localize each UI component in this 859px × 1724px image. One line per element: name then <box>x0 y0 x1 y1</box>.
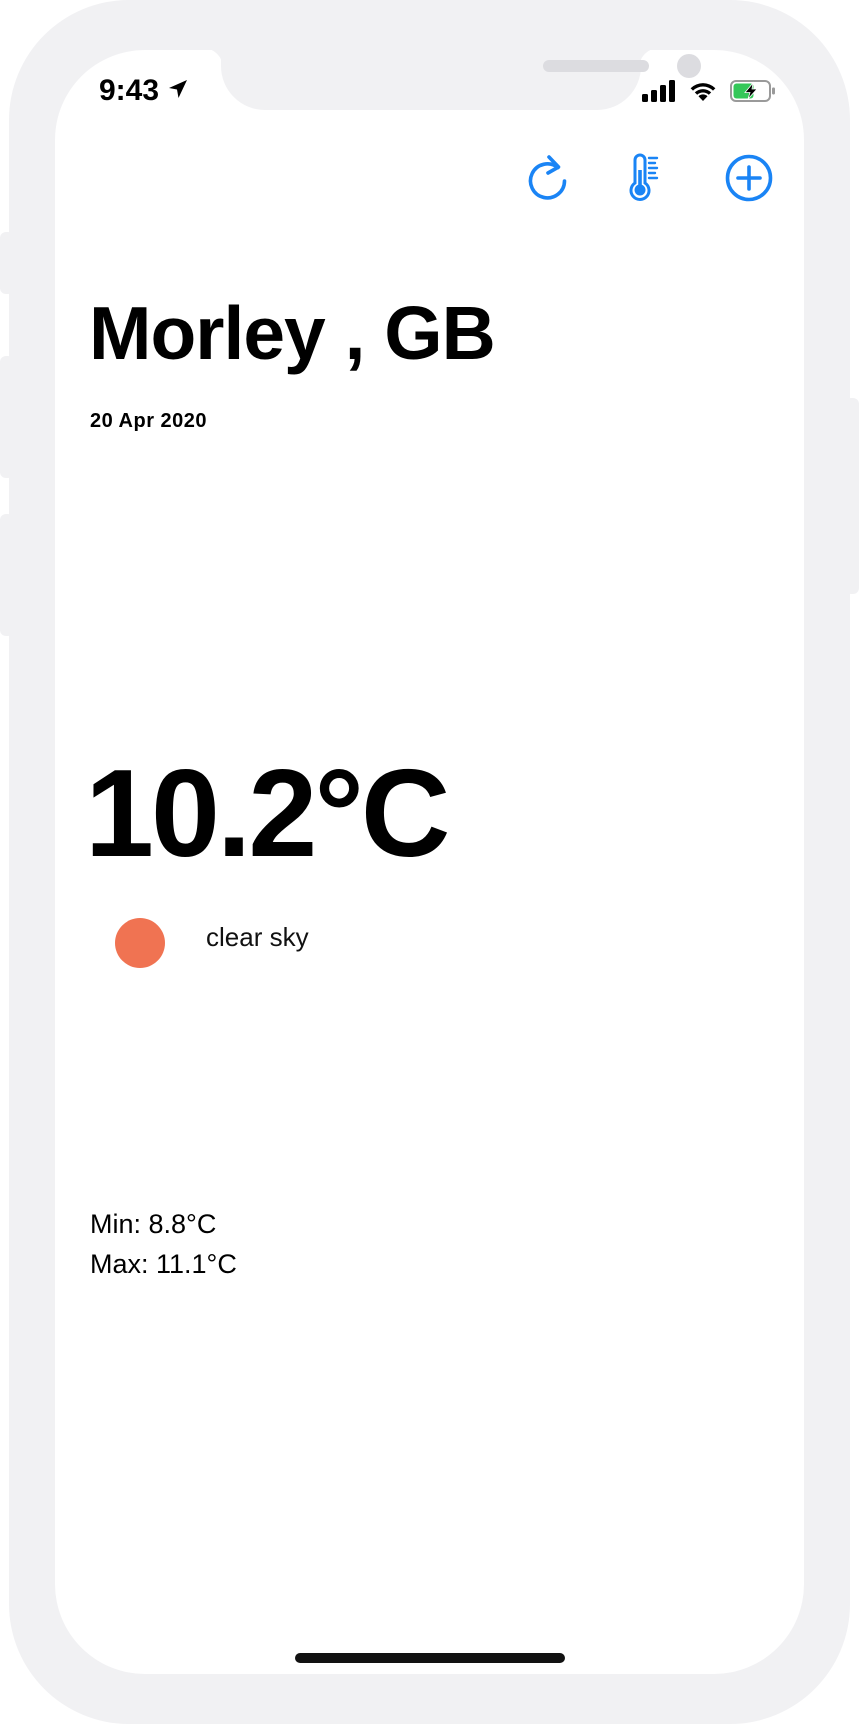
temperature-unit-button[interactable] <box>616 152 672 208</box>
refresh-icon <box>525 153 571 208</box>
cellular-signal-icon <box>642 80 676 107</box>
weather-condition-icon <box>115 918 165 968</box>
status-time-label: 9:43 <box>99 74 160 107</box>
notch <box>221 50 701 110</box>
front-camera <box>677 54 701 78</box>
status-time: 9:43 <box>99 74 189 108</box>
thermometer-icon <box>627 152 661 209</box>
add-circle-icon <box>724 153 774 208</box>
location-arrow-icon <box>167 74 189 108</box>
min-max-temperatures: Min: 8.8°C Max: 11.1°C <box>90 1204 237 1284</box>
max-temperature: Max: 11.1°C <box>90 1249 237 1279</box>
wifi-icon <box>688 80 718 107</box>
phone-screen: 9:43 Morley , GB 20 Apr 2020 10.2°C clea… <box>55 50 804 1674</box>
refresh-button[interactable] <box>520 152 576 208</box>
min-temperature: Min: 8.8°C <box>90 1209 217 1239</box>
date-label: 20 Apr 2020 <box>90 410 208 432</box>
status-icons <box>642 80 776 107</box>
city-title: Morley , GB <box>89 291 496 375</box>
battery-charging-icon <box>730 80 776 107</box>
notch-edge <box>203 50 223 68</box>
add-city-button[interactable] <box>721 152 777 208</box>
current-temperature: 10.2°C <box>85 745 450 883</box>
home-indicator[interactable] <box>295 1653 565 1663</box>
speaker-grille <box>543 60 649 72</box>
weather-condition-label: clear sky <box>206 922 309 952</box>
